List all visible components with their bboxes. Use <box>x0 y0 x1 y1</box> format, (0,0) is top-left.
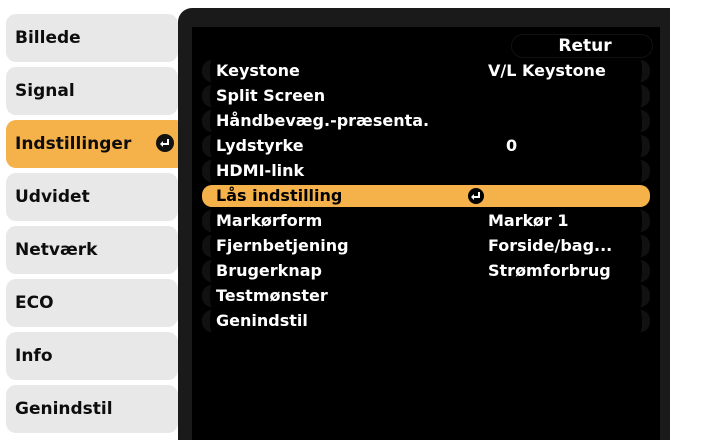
tab-info[interactable]: Info <box>6 332 178 380</box>
menu-list: Keystone V/L Keystone Split Screen Håndb… <box>202 59 650 334</box>
menu-item-laas-indstilling[interactable]: Lås indstilling <box>202 184 650 208</box>
menu-item-hdmi-link[interactable]: HDMI-link <box>202 159 650 183</box>
tab-billede[interactable]: Billede <box>6 14 178 62</box>
item-value: Markør 1 <box>488 211 569 230</box>
item-value: Strømforbrug <box>488 261 611 280</box>
item-label: Markørform <box>216 211 323 230</box>
tab-label: Billede <box>15 28 81 48</box>
tab-label: Signal <box>15 81 75 101</box>
item-label: Testmønster <box>216 286 328 305</box>
enter-arrow-icon <box>156 134 174 152</box>
item-label: Split Screen <box>216 86 326 105</box>
enter-arrow-icon <box>468 188 484 204</box>
return-label: Retur <box>558 36 612 56</box>
item-label: Fjernbetjening <box>216 236 349 255</box>
menu-item-brugerknap[interactable]: Brugerknap Strømforbrug <box>202 259 650 283</box>
tab-indstillinger[interactable]: Indstillinger <box>6 120 186 168</box>
tab-label: Info <box>15 346 53 366</box>
tab-genindstil[interactable]: Genindstil <box>6 385 178 433</box>
item-label: Håndbevæg.-præsenta. <box>216 111 430 130</box>
menu-item-split-screen[interactable]: Split Screen <box>202 84 650 108</box>
tab-label: ECO <box>15 293 54 313</box>
tab-eco[interactable]: ECO <box>6 279 178 327</box>
tab-label: Udvidet <box>15 187 90 207</box>
projector-menu: Billede Signal Indstillinger Udvidet Net… <box>0 0 722 440</box>
tab-netvaerk[interactable]: Netværk <box>6 226 178 274</box>
item-label: Lås indstilling <box>216 186 343 205</box>
tab-label: Indstillinger <box>15 134 132 154</box>
menu-item-fjernbetjening[interactable]: Fjernbetjening Forside/bag... <box>202 234 650 258</box>
tab-label: Netværk <box>15 240 98 260</box>
menu-item-lydstyrke[interactable]: Lydstyrke 0 <box>202 134 650 158</box>
menu-item-haandbevaeg[interactable]: Håndbevæg.-præsenta. <box>202 109 650 133</box>
return-button[interactable]: Retur <box>512 35 652 57</box>
tab-signal[interactable]: Signal <box>6 67 178 115</box>
menu-item-markoerform[interactable]: Markørform Markør 1 <box>202 209 650 233</box>
item-label: Genindstil <box>216 311 308 330</box>
item-value: V/L Keystone <box>488 61 606 80</box>
item-label: Lydstyrke <box>216 136 304 155</box>
item-value: 0 <box>506 136 518 155</box>
item-value: Forside/bag... <box>488 236 613 255</box>
item-label: Brugerknap <box>216 261 322 280</box>
item-label: Keystone <box>216 61 300 80</box>
item-label: HDMI-link <box>216 161 305 180</box>
tab-udvidet[interactable]: Udvidet <box>6 173 178 221</box>
menu-item-genindstil[interactable]: Genindstil <box>202 309 650 333</box>
menu-item-keystone[interactable]: Keystone V/L Keystone <box>202 59 650 83</box>
tab-column: Billede Signal Indstillinger Udvidet Net… <box>6 14 188 440</box>
tab-label: Genindstil <box>15 399 113 419</box>
menu-item-testmoenster[interactable]: Testmønster <box>202 284 650 308</box>
